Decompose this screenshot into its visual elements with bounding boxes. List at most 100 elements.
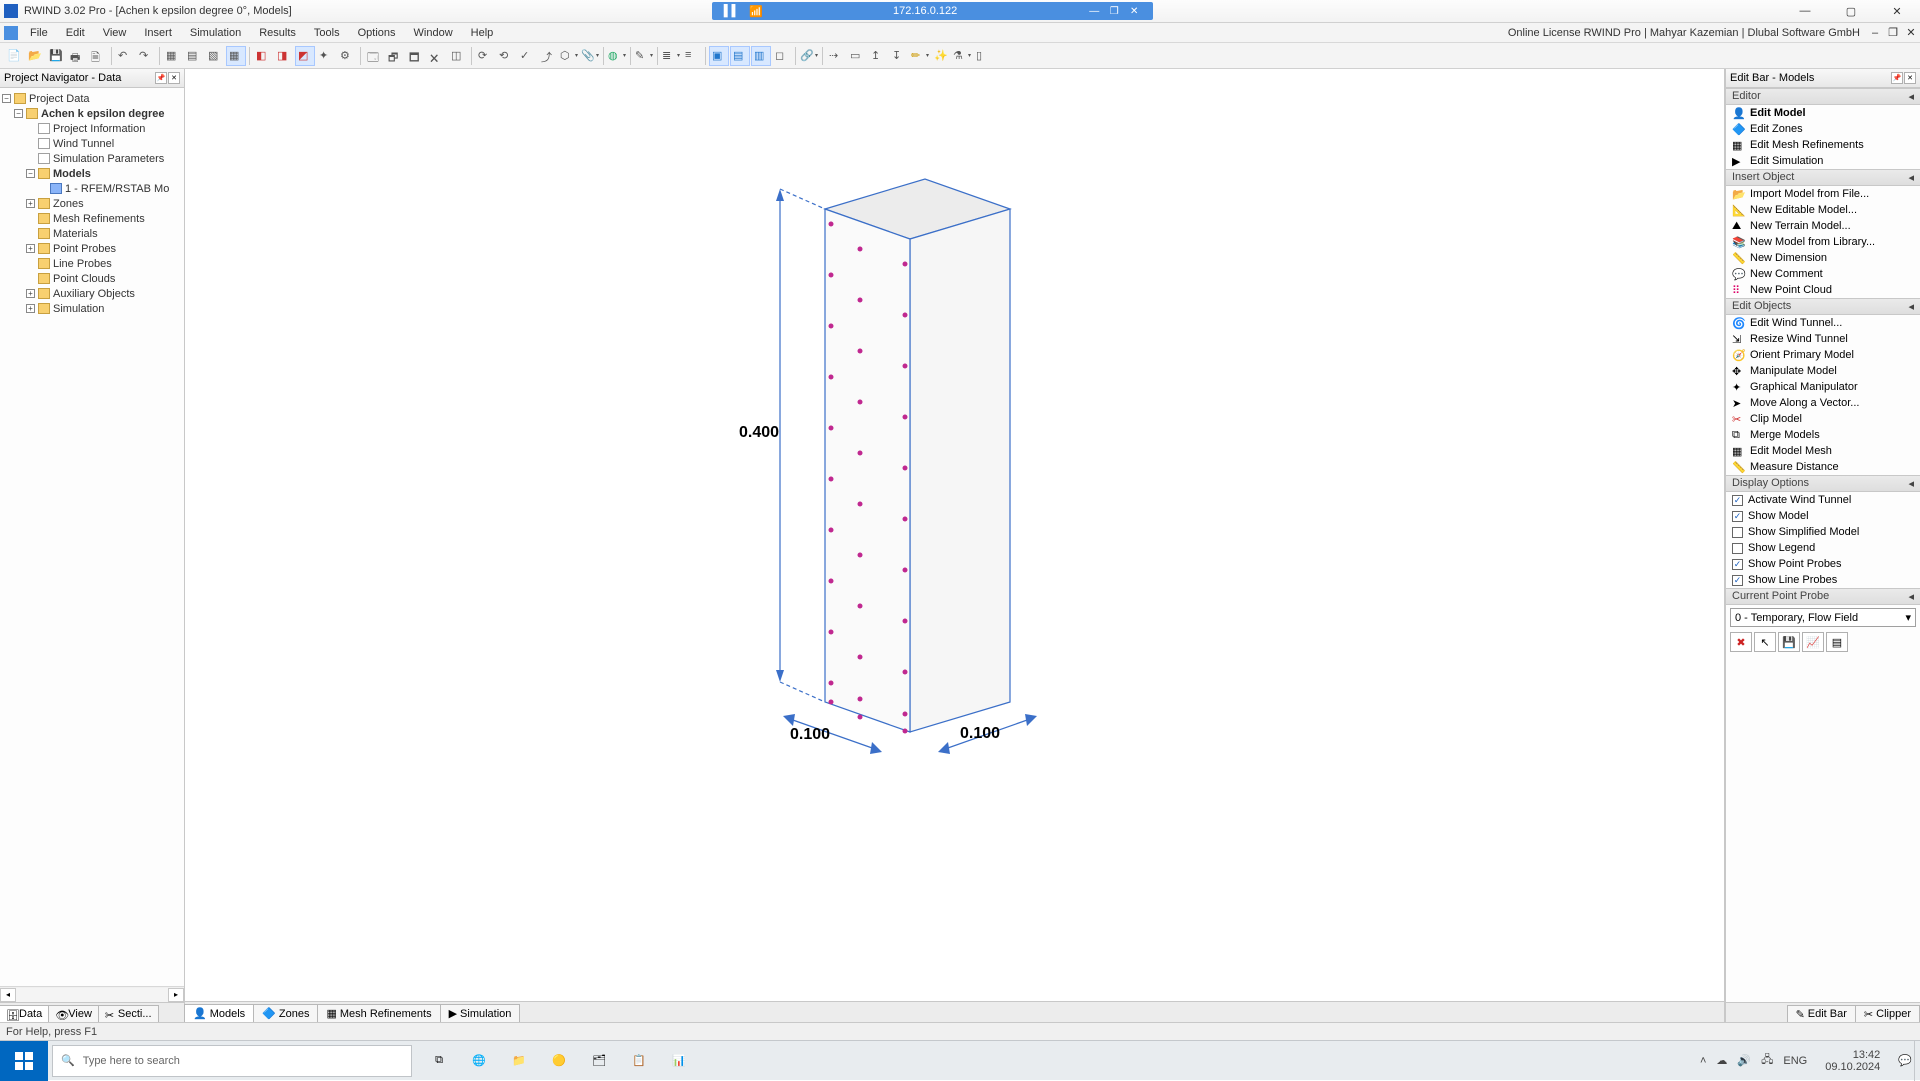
tray-clock[interactable]: 13:42 09.10.2024 [1817, 1049, 1888, 1073]
ritem-new-library[interactable]: 📚New Model from Library... [1726, 234, 1920, 250]
tb-a1[interactable]: 🗔 [364, 46, 384, 66]
tb-layer-dd[interactable]: ≣ [661, 46, 681, 66]
tb-view-d[interactable]: ◻ [772, 46, 792, 66]
tb-a2[interactable]: 🗗 [385, 46, 405, 66]
ritem-clip[interactable]: ✂Clip Model [1726, 411, 1920, 427]
maximize-button[interactable]: ▢ [1828, 0, 1874, 23]
ritem-new-dim[interactable]: 📏New Dimension [1726, 250, 1920, 266]
chk-show-legend[interactable]: Show Legend [1726, 540, 1920, 556]
edge-icon[interactable]: 🌐 [466, 1048, 492, 1074]
project-tree[interactable]: −Project Data −Achen k epsilon degree Pr… [0, 88, 184, 986]
vtab-mesh[interactable]: ▦Mesh Refinements [317, 1004, 440, 1022]
ritem-edit-zones[interactable]: 🔷Edit Zones [1726, 121, 1920, 137]
tb-misc1[interactable]: ⇢ [826, 46, 846, 66]
editbar-tabs[interactable]: ✎Edit Bar ✂Clipper [1726, 1002, 1920, 1022]
vtab-zones[interactable]: 🔷Zones [253, 1004, 318, 1022]
tb-grid-c[interactable]: ▧ [205, 46, 225, 66]
tree-proj-info[interactable]: Project Information [53, 123, 145, 135]
tree-simulation[interactable]: Simulation [53, 303, 104, 315]
tree-pointclouds[interactable]: Point Clouds [53, 273, 115, 285]
mdi-minimize-icon[interactable]: – [1866, 25, 1884, 41]
tb-view-b[interactable]: ▤ [730, 46, 750, 66]
tb-undo[interactable]: ↶ [115, 46, 135, 66]
tb-grid-toggle[interactable]: ▦ [226, 46, 246, 66]
ritem-edit-mesh[interactable]: ▦Edit Mesh Refinements [1726, 137, 1920, 153]
app1-icon[interactable]: 🗂 [586, 1048, 612, 1074]
tb-open[interactable]: 📂 [25, 46, 45, 66]
explorer-icon[interactable]: 📁 [506, 1048, 532, 1074]
tree-models[interactable]: Models [53, 168, 91, 180]
tb-cube-dd[interactable]: ◍ [607, 46, 627, 66]
show-desktop[interactable] [1914, 1041, 1920, 1081]
remote-close-icon[interactable]: ✕ [1127, 4, 1141, 18]
ritem-new-terrain[interactable]: ⛰New Terrain Model... [1726, 218, 1920, 234]
chk-show-model[interactable]: ✓Show Model [1726, 508, 1920, 524]
navigator-tabs[interactable]: 🗄Data 👁View ✂Secti... [0, 1002, 184, 1022]
minimize-button[interactable]: — [1782, 0, 1828, 23]
tree-project[interactable]: Achen k epsilon degree [41, 108, 164, 120]
probe-table[interactable]: ▤ [1826, 632, 1848, 652]
scroll-right-icon[interactable]: ▸ [168, 988, 184, 1002]
tree-auxobj[interactable]: Auxiliary Objects [53, 288, 135, 300]
ritem-new-editable[interactable]: 📐New Editable Model... [1726, 202, 1920, 218]
tb-ref1[interactable]: ⟳ [475, 46, 495, 66]
chrome-icon[interactable]: 🟡 [546, 1048, 572, 1074]
tb-settings-a[interactable]: ✦ [316, 46, 336, 66]
ritem-edit-modelmesh[interactable]: ▦Edit Model Mesh [1726, 443, 1920, 459]
taskbar-search[interactable]: 🔍 Type here to search [52, 1045, 412, 1077]
navtab-data[interactable]: 🗄Data [0, 1005, 49, 1022]
tb-grid-a[interactable]: ▦ [163, 46, 183, 66]
tree-simparams[interactable]: Simulation Parameters [53, 153, 164, 165]
ritem-edit-model[interactable]: 👤Edit Model [1726, 105, 1920, 121]
vtab-models[interactable]: 👤Models [184, 1004, 254, 1022]
remote-window-controls[interactable]: — ❐ ✕ [1087, 4, 1141, 18]
ritem-resize-wt[interactable]: ⇲Resize Wind Tunnel [1726, 331, 1920, 347]
collapse-icon[interactable]: ◂ [1908, 477, 1914, 490]
probe-delete[interactable]: ✖ [1730, 632, 1752, 652]
chk-show-simplified[interactable]: Show Simplified Model [1726, 524, 1920, 540]
tb-misc8[interactable]: ▯ [973, 46, 993, 66]
tb-settings-gear[interactable]: ⚙ [337, 46, 357, 66]
tray-network-icon[interactable]: 🖧 [1761, 1051, 1773, 1070]
chk-show-lineprobes[interactable]: ✓Show Line Probes [1726, 572, 1920, 588]
tree-pointprobes[interactable]: Point Probes [53, 243, 116, 255]
tb-ref5[interactable]: ⬡ [559, 46, 579, 66]
tb-misc3[interactable]: ↥ [868, 46, 888, 66]
mdi-controls[interactable]: – ❐ ✕ [1866, 25, 1920, 41]
menu-view[interactable]: View [95, 25, 135, 41]
tb-misc5[interactable]: ✏ [910, 46, 930, 66]
menu-options[interactable]: Options [350, 25, 404, 41]
tree-root[interactable]: Project Data [29, 93, 90, 105]
window-controls[interactable]: — ▢ ✕ [1782, 0, 1920, 23]
ritem-new-pointcloud[interactable]: ⠿New Point Cloud [1726, 282, 1920, 298]
rtab-editbar[interactable]: ✎Edit Bar [1787, 1005, 1856, 1022]
tb-render-a[interactable]: ◧ [253, 46, 273, 66]
navtab-sections[interactable]: ✂Secti... [98, 1005, 159, 1022]
ritem-move-vec[interactable]: ➤Move Along a Vector... [1726, 395, 1920, 411]
start-button[interactable] [0, 1041, 48, 1081]
remote-minimize-icon[interactable]: — [1087, 4, 1101, 18]
tb-save[interactable]: 💾 [46, 46, 66, 66]
collapse-icon[interactable]: ◂ [1908, 171, 1914, 184]
editbar-close-icon[interactable]: ✕ [1904, 72, 1916, 84]
tree-hscrollbar[interactable]: ◂ ▸ [0, 986, 184, 1002]
menu-window[interactable]: Window [406, 25, 461, 41]
tb-ref4[interactable]: ⤴ [538, 46, 558, 66]
tb-a3[interactable]: 🗖 [406, 46, 426, 66]
chk-show-pointprobes[interactable]: ✓Show Point Probes [1726, 556, 1920, 572]
tb-a5[interactable]: ◫ [448, 46, 468, 66]
tray-notifications-icon[interactable]: 💬 [1898, 1054, 1912, 1067]
vtab-simulation[interactable]: ▶Simulation [440, 1004, 521, 1022]
panel-pin-icon[interactable]: 📌 [155, 72, 167, 84]
tb-grid-b[interactable]: ▤ [184, 46, 204, 66]
tb-ref2[interactable]: ⟲ [496, 46, 516, 66]
ritem-manipulate[interactable]: ✥Manipulate Model [1726, 363, 1920, 379]
tb-print[interactable]: 🖶 [67, 46, 87, 66]
tb-print-preview[interactable]: 🗎 [88, 46, 108, 66]
app3-icon[interactable]: 📊 [666, 1048, 692, 1074]
remote-maximize-icon[interactable]: ❐ [1107, 4, 1121, 18]
mdi-close-icon[interactable]: ✕ [1902, 25, 1920, 41]
scroll-left-icon[interactable]: ◂ [0, 988, 16, 1002]
tb-new[interactable]: 📄 [4, 46, 24, 66]
tray-onedrive-icon[interactable]: ☁ [1716, 1054, 1727, 1067]
